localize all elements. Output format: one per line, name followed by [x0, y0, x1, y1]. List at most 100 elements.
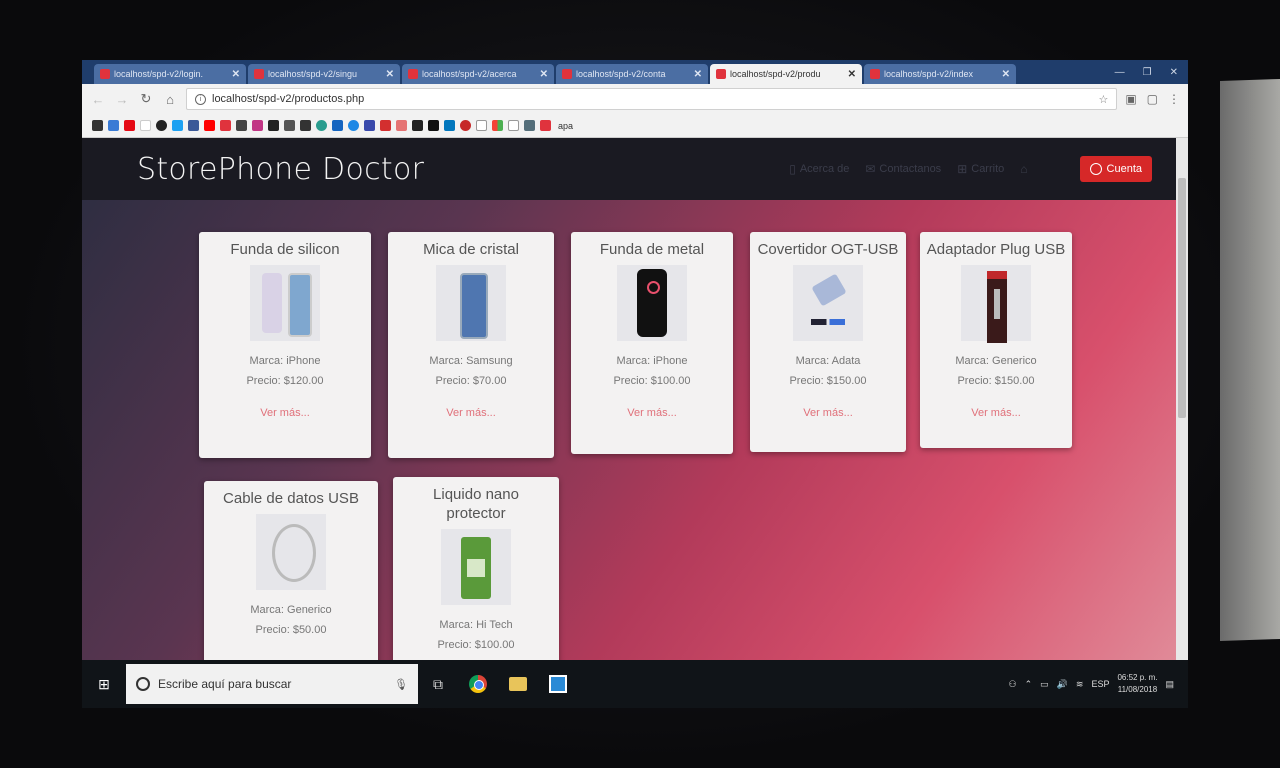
clock[interactable]: 06:52 p. m. 11/08/2018 — [1117, 672, 1157, 696]
product-card[interactable]: Mica de cristal Marca: Samsung Precio: $… — [388, 232, 554, 458]
extension-icon[interactable]: ▣ — [1125, 92, 1136, 106]
bookmark-icon[interactable] — [332, 120, 343, 131]
menu-icon[interactable]: ⋮ — [1168, 92, 1180, 106]
system-tray: ⚇ ⌃ ▭ 🔊 ≋ ESP 06:52 p. m. 11/08/2018 ▤ — [1009, 672, 1188, 696]
close-icon[interactable]: ✕ — [848, 69, 856, 80]
bookmark-icon[interactable] — [316, 120, 327, 131]
see-more-link[interactable]: Ver más... — [627, 407, 677, 419]
wifi-icon[interactable]: ≋ — [1076, 679, 1084, 690]
twitter-icon[interactable] — [172, 120, 183, 131]
taskbar-search[interactable]: Escribe aquí para buscar 🎙 — [126, 664, 418, 704]
account-button[interactable]: Cuenta — [1079, 156, 1152, 182]
nav-home[interactable]: ⌂ — [1020, 162, 1027, 176]
see-more-link[interactable]: Ver más... — [971, 407, 1021, 419]
product-card[interactable]: Covertidor OGT-USB Marca: Adata Precio: … — [750, 232, 906, 452]
product-card[interactable]: Adaptador Plug USB Marca: Generico Preci… — [920, 232, 1072, 448]
bookmark-icon[interactable] — [412, 120, 423, 131]
close-window-icon[interactable]: ✕ — [1170, 67, 1178, 78]
close-icon[interactable]: ✕ — [540, 69, 548, 80]
back-icon[interactable]: ← — [90, 92, 106, 107]
nav-cart-label: Carrito — [971, 163, 1005, 175]
instagram-icon[interactable] — [252, 120, 263, 131]
browser-tab-active[interactable]: localhost/spd-v2/produ ✕ — [710, 64, 862, 84]
nav-cart[interactable]: ⊞ Carrito — [957, 162, 1004, 176]
forward-icon[interactable]: → — [114, 92, 130, 107]
volume-icon[interactable]: 🔊 — [1057, 679, 1068, 690]
chrome-taskbar-item[interactable] — [458, 664, 498, 704]
bookmark-label[interactable]: apa — [558, 121, 573, 131]
site-brand[interactable]: StorePhone Doctor — [137, 152, 424, 187]
minimize-icon[interactable]: — — [1115, 67, 1125, 78]
browser-tab[interactable]: localhost/spd-v2/conta ✕ — [556, 64, 708, 84]
bookmark-icon[interactable] — [428, 120, 439, 131]
browser-tab[interactable]: localhost/spd-v2/singu ✕ — [248, 64, 400, 84]
product-card[interactable]: Liquido nano protector Marca: Hi Tech Pr… — [393, 477, 559, 660]
notifications-icon[interactable]: ▤ — [1165, 679, 1174, 690]
bookmark-icon[interactable] — [524, 120, 535, 131]
address-bar[interactable]: i localhost/spd-v2/productos.php ☆ — [186, 88, 1118, 110]
facebook-icon[interactable] — [188, 120, 199, 131]
close-icon[interactable]: ✕ — [386, 69, 394, 80]
language-indicator[interactable]: ESP — [1091, 679, 1109, 689]
document-icon[interactable] — [476, 120, 487, 131]
scrollbar-thumb[interactable] — [1178, 178, 1186, 418]
product-image — [250, 265, 320, 341]
bookmark-star-icon[interactable]: ☆ — [1098, 93, 1108, 106]
nav-about[interactable]: ▯ Acerca de — [789, 162, 849, 176]
browser-tab[interactable]: localhost/spd-v2/acerca ✕ — [402, 64, 554, 84]
bookmark-icon[interactable] — [284, 120, 295, 131]
people-icon[interactable]: ⚇ — [1009, 679, 1017, 690]
document-icon[interactable] — [508, 120, 519, 131]
gmail-icon[interactable] — [236, 120, 247, 131]
bookmark-icon[interactable] — [156, 120, 167, 131]
info-icon[interactable]: i — [195, 93, 206, 105]
nav-links: ▯ Acerca de ✉ Contactanos ⊞ Carrito ⌂ Cu… — [789, 156, 1152, 182]
windows-taskbar: ⊞ Escribe aquí para buscar 🎙 ⧉ ⚇ ⌃ ▭ 🔊 ≋… — [82, 660, 1188, 708]
product-card[interactable]: Funda de metal Marca: iPhone Precio: $10… — [571, 232, 733, 454]
bookmark-icon[interactable] — [460, 120, 471, 131]
bookmark-icon[interactable] — [108, 120, 119, 131]
close-icon[interactable]: ✕ — [232, 69, 240, 80]
product-title: Mica de cristal — [423, 241, 519, 258]
home-icon[interactable]: ⌂ — [162, 92, 178, 107]
bookmark-icon[interactable] — [348, 120, 359, 131]
chevron-up-icon[interactable]: ⌃ — [1025, 679, 1033, 690]
see-more-link[interactable]: Ver más... — [260, 407, 310, 419]
product-card[interactable]: Funda de silicon Marca: iPhone Precio: $… — [199, 232, 371, 458]
product-title: Funda de silicon — [230, 241, 340, 258]
close-icon[interactable]: ✕ — [694, 69, 702, 80]
folder-icon — [509, 677, 527, 691]
product-card[interactable]: Cable de datos USB Marca: Generico Preci… — [204, 481, 378, 660]
product-image — [436, 265, 506, 341]
see-more-link[interactable]: Ver más... — [803, 407, 853, 419]
xampp-favicon-icon[interactable] — [540, 120, 551, 131]
cast-icon[interactable]: ▢ — [1147, 92, 1158, 106]
windows-start-icon[interactable]: ⊞ — [82, 676, 126, 693]
bookmark-icon[interactable] — [92, 120, 103, 131]
browser-tab[interactable]: localhost/spd-v2/index ✕ — [864, 64, 1016, 84]
reload-icon[interactable]: ↻ — [138, 91, 154, 107]
app-taskbar-item[interactable] — [538, 664, 578, 704]
maximize-icon[interactable]: ❐ — [1143, 67, 1152, 78]
bookmark-icon[interactable] — [380, 120, 391, 131]
browser-tab[interactable]: localhost/spd-v2/login. ✕ — [94, 64, 246, 84]
page-scrollbar[interactable] — [1176, 138, 1188, 660]
bookmark-icon[interactable] — [220, 120, 231, 131]
netflix-icon[interactable] — [124, 120, 135, 131]
see-more-link[interactable]: Ver más... — [446, 407, 496, 419]
battery-icon[interactable]: ▭ — [1040, 679, 1049, 690]
bookmark-icon[interactable] — [364, 120, 375, 131]
site-navbar: StorePhone Doctor ▯ Acerca de ✉ Contacta… — [82, 138, 1176, 200]
youtube-icon[interactable] — [204, 120, 215, 131]
github-icon[interactable] — [268, 120, 279, 131]
joomla-icon[interactable] — [396, 120, 407, 131]
close-icon[interactable]: ✕ — [1002, 69, 1010, 80]
bookmark-icon[interactable] — [300, 120, 311, 131]
file-explorer-taskbar-item[interactable] — [498, 664, 538, 704]
task-view-icon[interactable]: ⧉ — [418, 664, 458, 704]
windows-apps-icon[interactable] — [492, 120, 503, 131]
cisco-icon[interactable] — [444, 120, 455, 131]
nav-contact[interactable]: ✉ Contactanos — [865, 162, 941, 176]
microphone-icon[interactable]: 🎙 — [394, 678, 408, 691]
google-icon[interactable] — [140, 120, 151, 131]
